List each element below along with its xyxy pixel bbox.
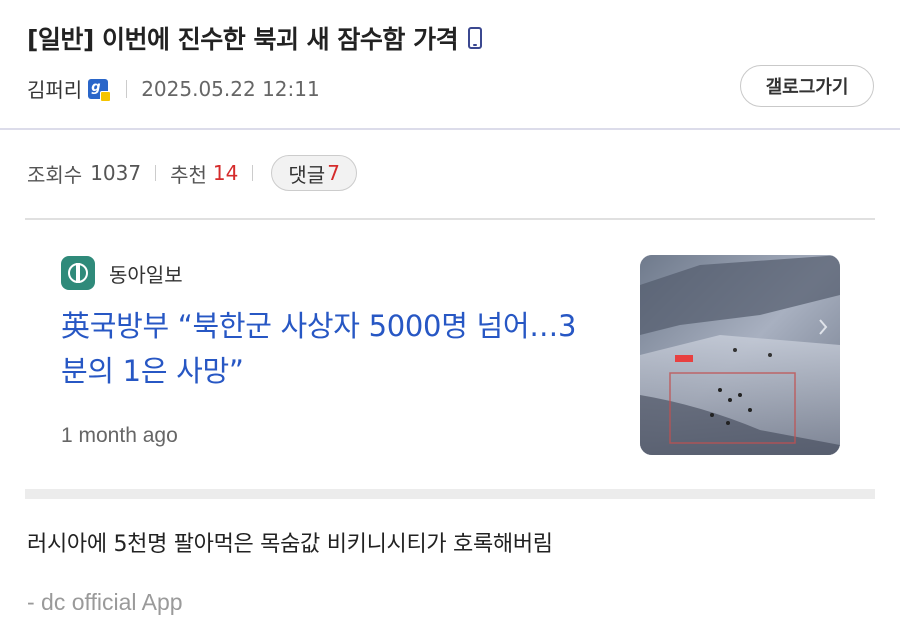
views-count: 1037 [90,161,142,185]
comments-count: 7 [327,161,340,185]
post-title: [일반] 이번에 진수한 북괴 새 잠수함 가격 [27,20,483,56]
header-divider [0,128,900,130]
post-meta: 김퍼리 g 2025.05.22 12:11 [27,74,320,103]
card-thumbnail[interactable] [640,255,840,455]
app-signature: - dc official App [27,589,183,615]
post-date: 2025.05.22 12:11 [141,76,320,101]
source-name: 동아일보 [109,262,183,287]
card-divider [25,489,875,499]
fixed-nick-badge-icon: g [88,78,112,102]
donga-logo-icon [61,256,95,290]
mobile-phone-icon [468,27,483,49]
stats-divider [252,165,254,181]
post-body-text: 러시아에 5천명 팔아먹은 목숨값 비키니시티가 호록해버림 [27,532,553,557]
comments-label: 댓글 [288,162,326,187]
gallog-button[interactable]: 갤로그가기 [740,65,874,107]
post-title-text: [일반] 이번에 진수한 북괴 새 잠수함 가격 [27,25,459,54]
meta-divider [126,79,128,98]
recommend-count: 14 [212,161,239,185]
views-label: 조회수 [27,162,83,187]
link-preview-card[interactable]: 동아일보 英국방부 “북한군 사상자 5000명 넘어…3분의 1은 사망” 1… [25,220,875,490]
post-stats: 조회수 1037 추천 14 댓글 7 [27,155,357,191]
card-age: 1 month ago [61,424,178,447]
card-headline[interactable]: 英국방부 “북한군 사상자 5000명 넘어…3분의 1은 사망” [61,304,581,394]
recommend-label: 추천 [170,162,207,187]
card-source: 동아일보 [61,256,183,290]
author-name[interactable]: 김퍼리 [27,74,82,103]
comments-button[interactable]: 댓글 7 [271,155,357,191]
stats-divider [155,165,157,181]
